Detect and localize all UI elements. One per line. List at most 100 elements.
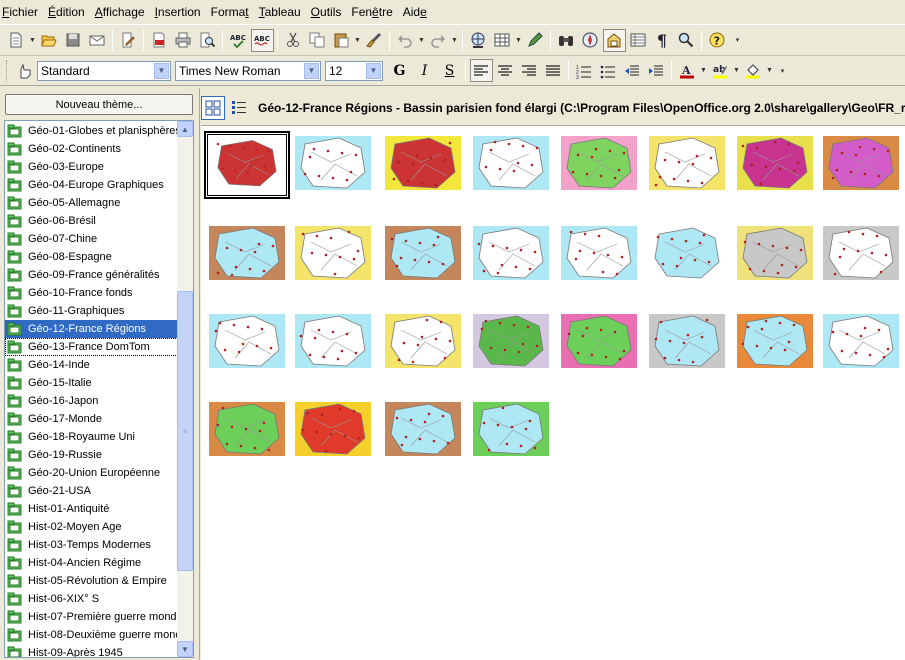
gallery-map-thumbnail[interactable] xyxy=(469,310,553,376)
zoom-button[interactable] xyxy=(675,29,698,52)
menu-item[interactable]: Tableau xyxy=(255,5,307,19)
theme-list-scrollbar[interactable]: ▲ ≡ ▼ xyxy=(177,121,193,657)
theme-list-item[interactable]: Géo-17-Monde xyxy=(5,410,178,428)
theme-list-item[interactable]: Hist-01-Antiquité xyxy=(5,500,178,518)
font-color-dropdown[interactable]: ▼ xyxy=(699,59,708,82)
theme-list-item[interactable]: Géo-13-France DomTom xyxy=(5,338,178,356)
redo-dropdown[interactable]: ▼ xyxy=(450,29,459,52)
theme-list-item[interactable]: Géo-20-Union Européenne xyxy=(5,464,178,482)
icon-view-button[interactable] xyxy=(201,96,225,120)
theme-list-item[interactable]: Hist-04-Ancien Régime xyxy=(5,554,178,572)
scroll-up-button[interactable]: ▲ xyxy=(177,121,193,137)
increase-indent-button[interactable] xyxy=(645,59,668,82)
nonprinting-characters-button[interactable]: ¶ xyxy=(651,29,674,52)
align-left-button[interactable] xyxy=(469,59,493,82)
theme-list-item[interactable]: Géo-21-USA xyxy=(5,482,178,500)
font-name-select[interactable]: Times New Roman ▼ xyxy=(175,60,321,81)
gallery-map-thumbnail[interactable] xyxy=(645,222,729,288)
theme-list-item[interactable]: Hist-08-Deuxième guerre mond xyxy=(5,626,178,644)
theme-list-item[interactable]: Géo-16-Japon xyxy=(5,392,178,410)
scroll-down-button[interactable]: ▼ xyxy=(177,641,193,657)
theme-list-item[interactable]: Géo-07-Chine xyxy=(5,230,178,248)
theme-list-item[interactable]: Géo-01-Globes et planisphères xyxy=(5,122,178,140)
navigator-button[interactable] xyxy=(579,29,602,52)
theme-list-item[interactable]: Géo-05-Allemagne xyxy=(5,194,178,212)
justify-button[interactable] xyxy=(542,59,565,82)
gallery-map-thumbnail[interactable] xyxy=(205,310,289,376)
undo-dropdown[interactable]: ▼ xyxy=(417,29,426,52)
paste-button[interactable] xyxy=(330,29,353,52)
gallery-map-thumbnail[interactable] xyxy=(819,310,903,376)
background-color-dropdown[interactable]: ▼ xyxy=(765,59,774,82)
new-theme-button[interactable]: Nouveau thème... xyxy=(5,94,193,115)
gallery-map-thumbnail[interactable] xyxy=(733,132,817,198)
help-button[interactable]: ? xyxy=(706,29,729,52)
menu-item[interactable]: Format xyxy=(207,5,255,19)
detailed-view-button[interactable] xyxy=(227,96,251,120)
theme-list-item[interactable]: Géo-09-France généralités xyxy=(5,266,178,284)
menu-item[interactable]: Fichier xyxy=(0,5,44,19)
hyperlink-button[interactable] xyxy=(467,29,490,52)
gallery-map-thumbnail[interactable] xyxy=(291,398,375,464)
gallery-map-thumbnail[interactable] xyxy=(205,222,289,288)
toolbar-overflow-arrow[interactable]: ▾ xyxy=(778,59,787,82)
theme-list-item[interactable]: Hist-06-XIX° S xyxy=(5,590,178,608)
gallery-thumbnail-grid[interactable] xyxy=(201,125,905,660)
theme-list-item[interactable]: Géo-14-Inde xyxy=(5,356,178,374)
gallery-map-thumbnail[interactable] xyxy=(381,132,465,198)
print-button[interactable] xyxy=(172,29,195,52)
menu-item[interactable]: Édition xyxy=(44,5,91,19)
bold-button[interactable]: G xyxy=(388,59,411,82)
gallery-map-thumbnail[interactable] xyxy=(291,222,375,288)
toolbar-grip[interactable] xyxy=(6,59,9,82)
copy-button[interactable] xyxy=(306,29,329,52)
save-button[interactable] xyxy=(62,29,85,52)
gallery-map-thumbnail[interactable] xyxy=(557,132,641,198)
show-draw-functions-button[interactable] xyxy=(524,29,547,52)
edit-file-button[interactable] xyxy=(117,29,140,52)
theme-list[interactable]: Géo-01-Globes et planisphères Géo-02-Cont… xyxy=(4,120,194,658)
export-pdf-button[interactable] xyxy=(148,29,171,52)
gallery-map-thumbnail[interactable] xyxy=(819,222,903,288)
gallery-map-thumbnail[interactable] xyxy=(381,310,465,376)
theme-list-item[interactable]: Hist-09-Après 1945 xyxy=(5,644,178,657)
gallery-map-thumbnail[interactable] xyxy=(733,222,817,288)
gallery-map-thumbnail[interactable] xyxy=(557,310,641,376)
autospellcheck-button[interactable]: ABC xyxy=(250,28,274,52)
scroll-thumb[interactable]: ≡ xyxy=(177,291,193,571)
theme-list-item[interactable]: Géo-06-Brésil xyxy=(5,212,178,230)
numbering-button[interactable]: 123 xyxy=(573,59,596,82)
highlighting-dropdown[interactable]: ▼ xyxy=(732,59,741,82)
find-replace-button[interactable] xyxy=(555,29,578,52)
gallery-map-thumbnail[interactable] xyxy=(819,132,903,198)
font-size-select[interactable]: 12 ▼ xyxy=(325,60,383,81)
gallery-map-thumbnail[interactable] xyxy=(645,132,729,198)
menu-item[interactable]: Insertion xyxy=(151,5,207,19)
gallery-button[interactable] xyxy=(602,28,626,52)
styles-formatting-button[interactable] xyxy=(14,59,37,82)
theme-list-item[interactable]: Hist-03-Temps Modernes xyxy=(5,536,178,554)
theme-list-item[interactable]: Géo-10-France fonds xyxy=(5,284,178,302)
underline-button[interactable]: S xyxy=(438,59,461,82)
open-button[interactable] xyxy=(38,29,61,52)
gallery-map-thumbnail[interactable] xyxy=(557,222,641,288)
theme-list-item[interactable]: Géo-15-Italie xyxy=(5,374,178,392)
gallery-map-thumbnail[interactable] xyxy=(469,398,553,464)
table-dropdown[interactable]: ▼ xyxy=(514,29,523,52)
gallery-map-thumbnail[interactable] xyxy=(469,132,553,198)
paragraph-style-select[interactable]: Standard ▼ xyxy=(37,60,171,81)
email-button[interactable] xyxy=(86,29,109,52)
gallery-map-thumbnail[interactable] xyxy=(205,398,289,464)
theme-list-item[interactable]: Hist-07-Première guerre mondia xyxy=(5,608,178,626)
cut-button[interactable] xyxy=(282,29,305,52)
data-sources-button[interactable] xyxy=(627,29,650,52)
gallery-map-thumbnail[interactable] xyxy=(733,310,817,376)
spellcheck-button[interactable]: ABC xyxy=(227,29,250,52)
theme-list-item[interactable]: Géo-12-France Régions xyxy=(5,320,178,338)
menu-item[interactable]: Affichage xyxy=(91,5,151,19)
theme-list-item[interactable]: Hist-05-Révolution & Empire xyxy=(5,572,178,590)
gallery-map-thumbnail[interactable] xyxy=(381,222,465,288)
theme-list-item[interactable]: Géo-03-Europe xyxy=(5,158,178,176)
gallery-map-thumbnail[interactable] xyxy=(291,310,375,376)
highlighting-button[interactable]: ab xyxy=(709,59,732,82)
